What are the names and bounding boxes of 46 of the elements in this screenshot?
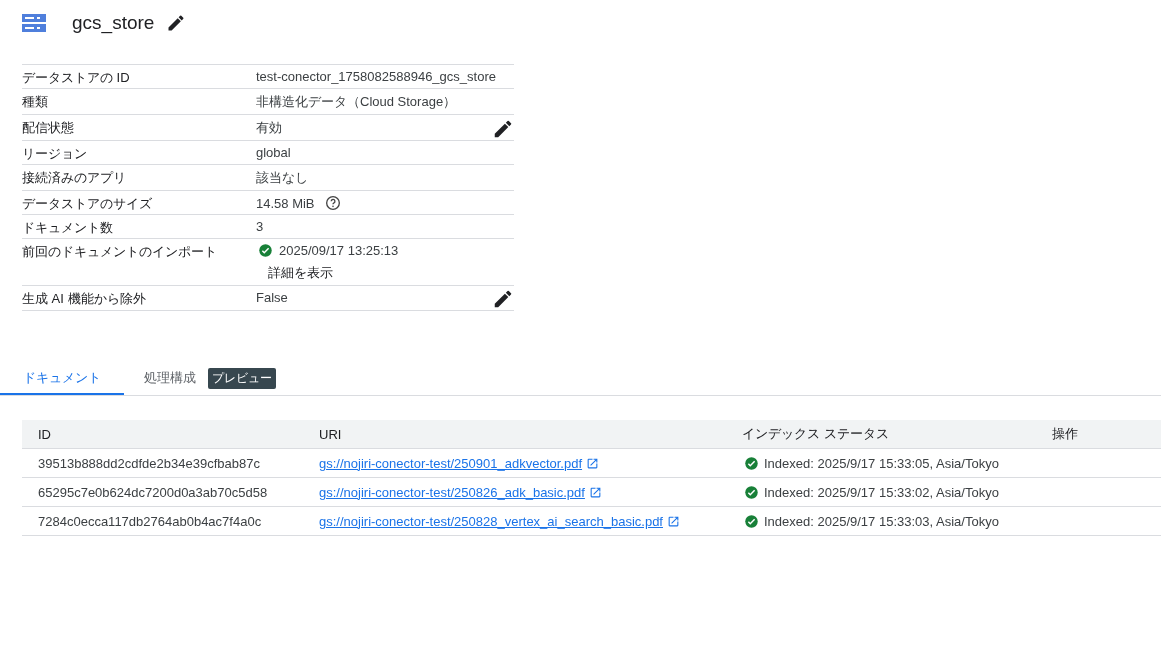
detail-value: 2025/09/17 13:25:13: [279, 243, 399, 258]
uri-link[interactable]: gs://nojiri-conector-test/250901_adkvector.pdf: [319, 455, 583, 471]
external-link-icon[interactable]: [586, 456, 600, 470]
column-header: 操作: [1051, 425, 1079, 443]
success-check-icon: [744, 484, 759, 500]
table-cell-text: 65295c7e0b624dc7200d0a3ab70c5d58: [37, 484, 269, 500]
status-text: Indexed: 2025/9/17 15:33:02, Asia/Tokyo: [764, 484, 999, 500]
page-title: gcs_store: [72, 12, 155, 34]
detail-value: global: [256, 145, 292, 160]
detail-label: 生成 AI 機能から除外: [22, 290, 147, 308]
detail-value: 該当なし: [256, 169, 309, 187]
detail-label: 種類: [22, 93, 49, 111]
external-link-icon[interactable]: [667, 514, 680, 528]
details-link[interactable]: 詳細を表示: [268, 264, 514, 282]
external-link-icon[interactable]: [588, 485, 602, 499]
detail-value: 14.58 MiB: [256, 195, 315, 211]
preview-badge: プレビュー: [208, 367, 276, 389]
detail-value: 3: [256, 219, 265, 234]
column-header: インデックス ステータス: [741, 425, 890, 443]
detail-label: リージョン: [22, 145, 88, 163]
detail-value: False: [256, 290, 289, 305]
column-header: ID: [37, 426, 52, 442]
edit-icon: [492, 288, 514, 310]
detail-label: データストアのサイズ: [22, 195, 153, 213]
storage-icon: [22, 14, 46, 32]
detail-value: test-conector_1758082588946_gcs_store: [256, 69, 497, 84]
detail-label: 前回のドキュメントのインポート: [22, 243, 218, 261]
detail-label: 配信状態: [22, 119, 75, 137]
status-text: Indexed: 2025/9/17 15:33:03, Asia/Tokyo: [764, 513, 999, 529]
uri-link[interactable]: gs://nojiri-conector-test/250828_vertex_ai_search_basic.pdf: [319, 513, 663, 529]
detail-label: 接続済みのアプリ: [22, 169, 127, 187]
tab[interactable]: 処理構成 プレビュー: [124, 363, 296, 395]
uri-link[interactable]: gs://nojiri-conector-test/250826_adk_basic.pdf: [319, 484, 585, 500]
detail-value: 有効: [256, 119, 283, 137]
help-icon[interactable]: [324, 195, 341, 211]
detail-label: データストアの ID: [22, 69, 131, 87]
table-cell-text: 39513b888dd2cdfde2b34e39cfbab87c: [37, 455, 261, 471]
detail-value: 非構造化データ（Cloud Storage）: [256, 93, 458, 111]
column-header: URI: [318, 426, 343, 442]
success-check-icon: [744, 455, 759, 471]
success-check-icon: [258, 243, 273, 258]
success-check-icon: [744, 513, 759, 529]
tab[interactable]: ドキュメント: [0, 363, 124, 395]
table-cell-text: 7284c0ecca117db2764ab0b4ac7f4a0c: [37, 513, 263, 529]
status-text: Indexed: 2025/9/17 15:33:05, Asia/Tokyo: [764, 455, 999, 471]
detail-label: ドキュメント数: [22, 219, 114, 237]
